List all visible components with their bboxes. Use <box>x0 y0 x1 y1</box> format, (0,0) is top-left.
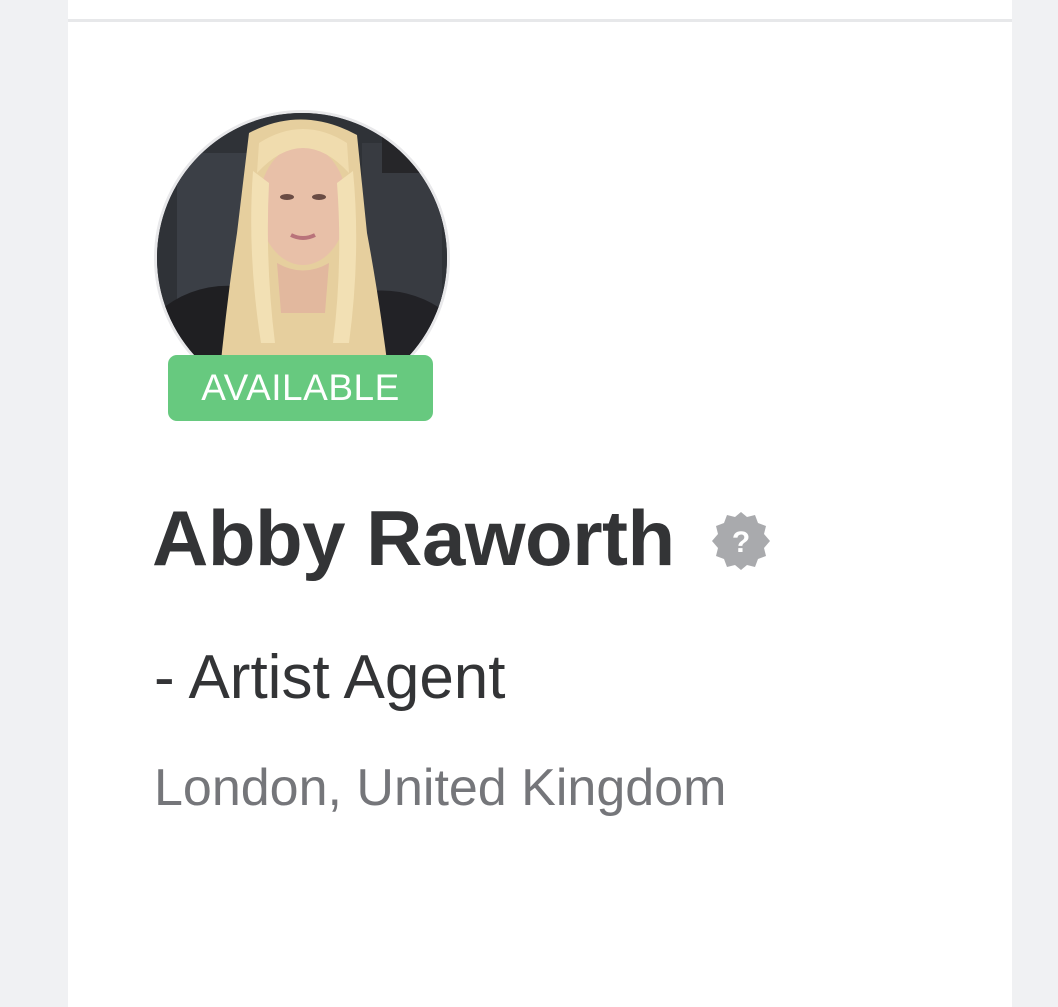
profile-location: London, United Kingdom <box>154 759 727 817</box>
top-divider <box>68 19 1012 22</box>
profile-title: - Artist Agent <box>154 643 506 712</box>
name-row: Abby Raworth ? <box>152 488 773 588</box>
question-badge-icon[interactable]: ? <box>709 509 773 573</box>
svg-text:?: ? <box>732 526 750 559</box>
profile-card: AVAILABLE Abby Raworth ? - Artist Agent … <box>68 0 1012 1007</box>
profile-name: Abby Raworth <box>152 493 675 582</box>
avatar-container: AVAILABLE <box>154 110 450 426</box>
status-badge: AVAILABLE <box>168 355 433 421</box>
